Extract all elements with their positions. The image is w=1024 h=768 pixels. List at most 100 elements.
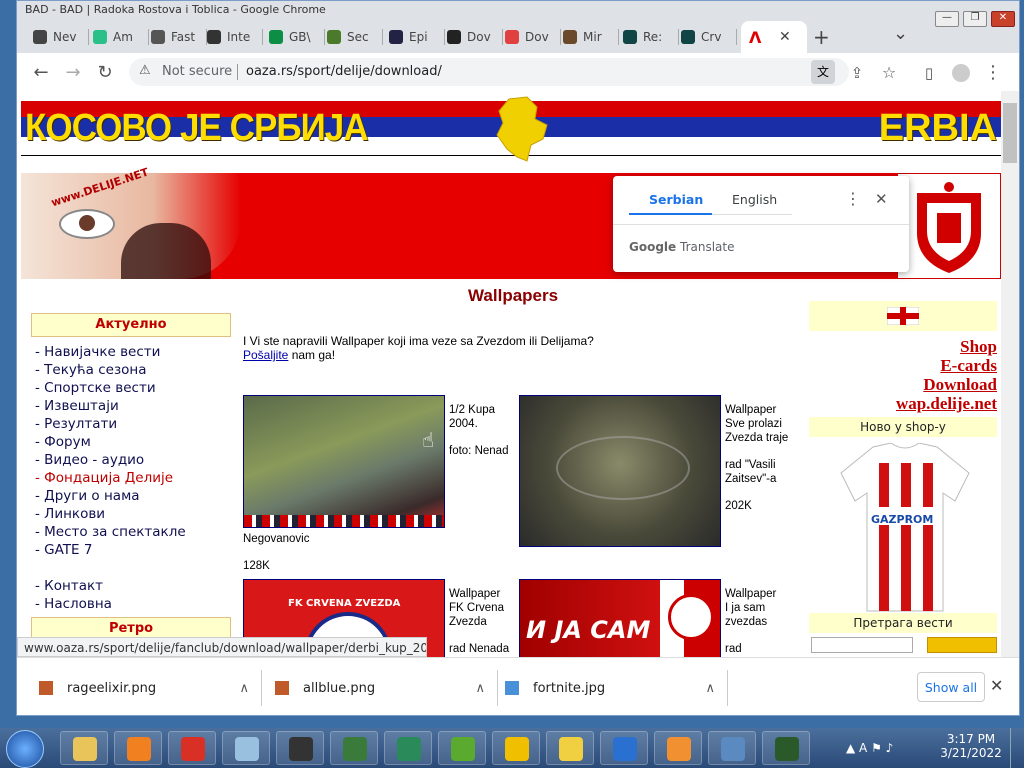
jersey-image[interactable]: GAZPROM — [809, 437, 997, 613]
address-bar[interactable]: ⚠ Not secure oaza.rs/sport/delije/downlo… — [129, 58, 849, 86]
translate-icon[interactable]: 文 — [811, 60, 835, 84]
menu-item[interactable]: - Форум — [31, 433, 231, 451]
menu-item[interactable]: - Место за спектакле — [31, 523, 231, 541]
tab[interactable]: Am — [93, 21, 149, 53]
close-downloads-button[interactable]: ✕ — [990, 676, 1003, 695]
side-panel-icon[interactable]: ▯ — [917, 61, 941, 85]
menu-item[interactable]: - Видео - аудио — [31, 451, 231, 469]
wallpaper-thumb[interactable] — [519, 395, 721, 547]
share-icon[interactable]: ⇪ — [845, 61, 869, 85]
tab[interactable]: Sec — [327, 21, 383, 53]
back-button[interactable]: ← — [29, 61, 53, 85]
caption-line: Zvezda traje — [725, 432, 789, 444]
download-chevron-icon[interactable]: ∧ — [239, 681, 249, 696]
wallpaper-caption-tail: Negovanovic 128K — [243, 532, 309, 573]
tab[interactable]: Epi — [389, 21, 445, 53]
taskbar-app-media[interactable] — [114, 731, 162, 765]
menu-item[interactable]: - Извештаји — [31, 397, 231, 415]
tab-active[interactable]: Λ ✕ — [741, 21, 807, 53]
menu-item[interactable]: - Насловна — [31, 595, 231, 613]
minimize-button[interactable]: — — [935, 11, 959, 27]
tab-close-icon[interactable]: ✕ — [779, 29, 791, 45]
taskbar-app-app9[interactable] — [492, 731, 540, 765]
tab-divider — [712, 214, 792, 215]
url-text[interactable]: oaza.rs/sport/delije/download/ — [246, 64, 442, 79]
menu-item[interactable]: - GATE 7 — [31, 541, 231, 559]
tab-label: Crv — [701, 30, 722, 44]
caption-line — [449, 629, 517, 642]
scrollbar[interactable] — [1001, 91, 1019, 657]
tab[interactable]: Dov — [505, 21, 561, 53]
menu-item[interactable]: - Линкови — [31, 505, 231, 523]
taskbar-app-chrome[interactable] — [168, 731, 216, 765]
menu-icon[interactable]: ⋮ — [981, 61, 1005, 85]
forward-button[interactable]: → — [61, 61, 85, 85]
close-window-button[interactable]: ✕ — [991, 11, 1015, 27]
england-flag-icon — [887, 307, 919, 325]
right-link[interactable]: wap.delije.net — [809, 394, 997, 413]
send-link[interactable]: Pošaljite — [243, 348, 288, 362]
download-item[interactable]: allblue.png ∧ — [275, 674, 485, 702]
maximize-button[interactable]: ❐ — [963, 11, 987, 27]
bookmark-star-icon[interactable]: ☆ — [877, 61, 901, 85]
tab[interactable]: Fast — [151, 21, 207, 53]
wallpaper-thumb[interactable]: ☝ — [243, 395, 445, 528]
taskbar-app-app14[interactable] — [762, 731, 810, 765]
caption-line: I ja sam — [725, 602, 766, 614]
menu-item[interactable]: - Резултати — [31, 415, 231, 433]
download-item[interactable]: fortnite.jpg ∧ — [505, 674, 715, 702]
scrollbar-thumb[interactable] — [1003, 103, 1017, 163]
taskbar-app-app10[interactable] — [546, 731, 594, 765]
profile-icon[interactable] — [949, 61, 973, 85]
menu-item[interactable]: - Други о нама — [31, 487, 231, 505]
tab-favicon-icon — [207, 30, 221, 44]
menu-item[interactable]: - Контакт — [31, 577, 231, 595]
brand-name: Google — [629, 240, 677, 254]
menu-item[interactable]: - Навијачке вести — [31, 343, 231, 361]
right-link[interactable]: E-cards — [809, 356, 997, 375]
download-item[interactable]: rageelixir.png ∧ — [39, 674, 249, 702]
tab[interactable]: Re: — [623, 21, 679, 53]
taskbar-app-app13[interactable] — [708, 731, 756, 765]
translate-popup: Serbian English ⋮ ✕ Google Translate — [613, 176, 909, 272]
translate-tab-serbian[interactable]: Serbian — [649, 192, 703, 207]
clock[interactable]: 3:17 PM 3/21/2022 — [940, 732, 1002, 760]
show-desktop-button[interactable] — [1010, 728, 1024, 768]
translate-close-icon[interactable]: ✕ — [875, 190, 888, 208]
app5-icon — [289, 737, 313, 761]
right-link[interactable]: Download — [809, 375, 997, 394]
start-button[interactable] — [6, 730, 44, 768]
search-button[interactable] — [927, 637, 997, 653]
taskbar-app-explorer[interactable] — [60, 731, 108, 765]
taskbar-app-app6[interactable] — [330, 731, 378, 765]
right-link[interactable]: Shop — [809, 337, 997, 356]
show-all-button[interactable]: Show all — [917, 672, 985, 702]
tab[interactable]: Dov — [447, 21, 503, 53]
search-input[interactable] — [811, 637, 913, 653]
tab[interactable]: Inte — [207, 21, 263, 53]
taskbar-app-app5[interactable] — [276, 731, 324, 765]
english-flag-box[interactable] — [809, 301, 997, 331]
taskbar-app-notepad[interactable] — [222, 731, 270, 765]
reload-button[interactable]: ↻ — [93, 61, 117, 85]
menu-item[interactable]: - Спортске вести — [31, 379, 231, 397]
menu-item[interactable]: - Фондација Делије — [31, 469, 231, 487]
new-tab-button[interactable]: + — [813, 25, 830, 49]
taskbar-app-app8[interactable] — [438, 731, 486, 765]
translate-menu-icon[interactable]: ⋮ — [845, 189, 861, 208]
tab[interactable]: Mir — [563, 21, 619, 53]
wallpaper-thumb[interactable]: И ЈА САМ — [519, 579, 721, 657]
tab[interactable]: Crv — [681, 21, 737, 53]
download-chevron-icon[interactable]: ∧ — [475, 681, 485, 696]
caption-line: 128K — [243, 560, 270, 572]
translate-tab-english[interactable]: English — [732, 192, 777, 207]
taskbar-app-app12[interactable] — [654, 731, 702, 765]
tab[interactable]: Nev — [33, 21, 89, 53]
tab-search-button[interactable]: ⌄ — [893, 23, 908, 44]
taskbar-app-app11[interactable] — [600, 731, 648, 765]
menu-item[interactable]: - Текућа сезона — [31, 361, 231, 379]
tray-icons[interactable]: ▲ A ⚑ ♪ — [846, 741, 893, 755]
tab[interactable]: GB\ — [269, 21, 325, 53]
taskbar-app-app7[interactable] — [384, 731, 432, 765]
download-chevron-icon[interactable]: ∧ — [705, 681, 715, 696]
